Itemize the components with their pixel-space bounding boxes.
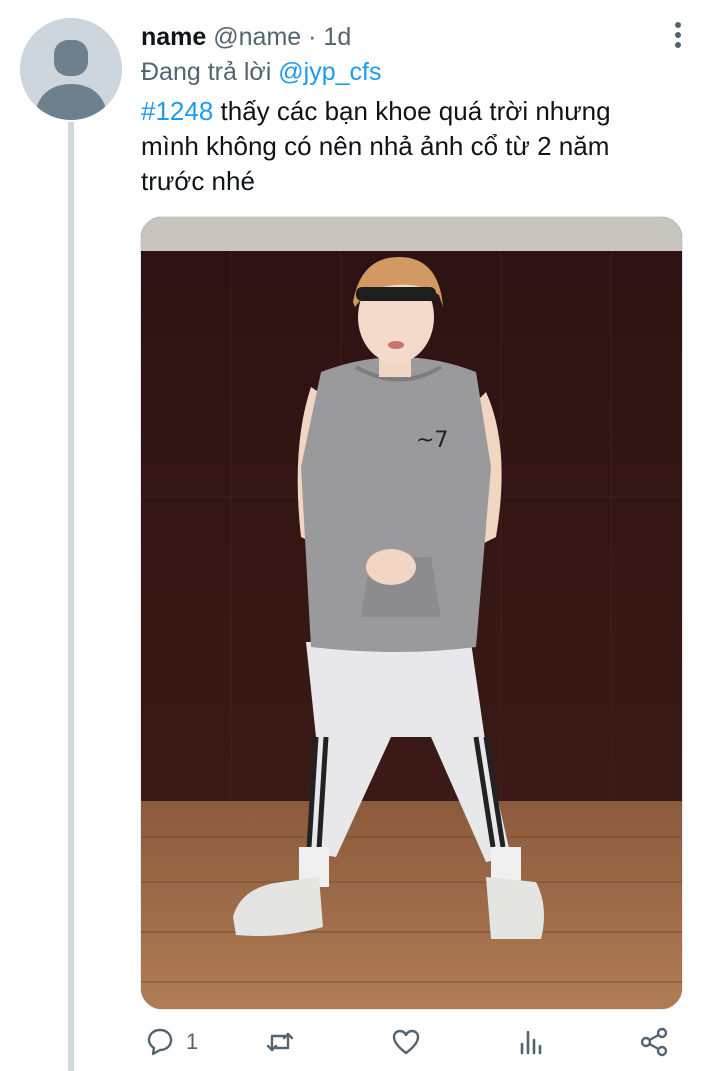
separator-dot: · xyxy=(308,23,317,51)
avatar[interactable] xyxy=(20,18,122,120)
tweet-text: #1248 thấy các bạn khoe quá trời nhưng m… xyxy=(141,94,681,199)
more-vertical-icon[interactable] xyxy=(666,20,690,50)
views-button[interactable] xyxy=(514,1020,546,1064)
share-icon xyxy=(640,1027,668,1057)
reply-icon xyxy=(147,1028,173,1056)
author-handle[interactable]: @name xyxy=(213,23,301,51)
retweet-icon xyxy=(266,1032,294,1052)
like-button[interactable] xyxy=(390,1020,432,1064)
dancer-photo: ~7 xyxy=(141,217,682,1009)
heart-icon xyxy=(392,1029,420,1055)
reply-mention-link[interactable]: @jyp_cfs xyxy=(278,58,381,86)
reply-button[interactable]: 1 xyxy=(144,1020,198,1064)
tweet-time[interactable]: 1d xyxy=(323,23,351,51)
replying-to: Đang trả lời @jyp_cfs xyxy=(141,56,381,88)
svg-text:~7: ~7 xyxy=(416,428,448,453)
tweet-header: name @name · 1d xyxy=(141,22,351,52)
default-avatar-icon xyxy=(20,18,122,120)
reply-count: 1 xyxy=(186,1029,199,1054)
hashtag-link[interactable]: #1248 xyxy=(141,96,213,126)
analytics-icon xyxy=(520,1030,542,1055)
tweet-text-line-1: thấy các bạn khoe quá trời nhưng xyxy=(213,96,611,126)
retweet-button[interactable] xyxy=(264,1020,306,1064)
thread-line xyxy=(68,122,74,1071)
tweet-text-line-3: trước nhé xyxy=(141,166,255,196)
action-bar: 1 xyxy=(140,1020,685,1064)
tweet-photo[interactable]: ~7 xyxy=(140,216,683,1010)
tweet-text-line-2: mình không có nên nhả ảnh cổ từ 2 năm xyxy=(141,131,610,161)
reply-prefix: Đang trả lời xyxy=(141,58,272,86)
author-name[interactable]: name xyxy=(141,23,206,51)
share-button[interactable] xyxy=(638,1020,670,1064)
